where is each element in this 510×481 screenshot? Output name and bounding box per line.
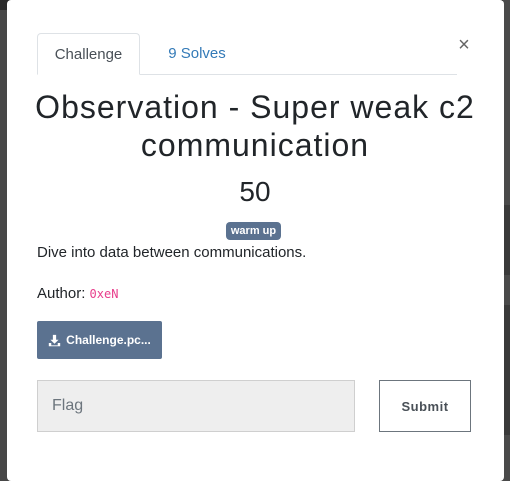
close-icon[interactable]: × [456,33,472,57]
challenge-title: Observation - Super weak c2 communicatio… [35,89,475,163]
backdrop-mark [503,305,510,435]
challenge-description: Dive into data between communications. [37,244,307,261]
challenge-author: Author: 0xeN [37,284,477,304]
challenge-points: 50 [239,176,271,207]
submit-button[interactable]: Submit [379,380,471,432]
tab-challenge[interactable]: Challenge [37,33,140,75]
backdrop-right-edge [503,0,510,481]
author-name: 0xeN [89,287,119,301]
category-tag: warm up [226,222,281,240]
author-label: Author: [37,285,90,302]
challenge-tabs: Challenge 9 Solves [37,33,457,75]
backdrop-mark [503,205,510,275]
download-file-button[interactable]: Challenge.pc... [37,321,162,359]
download-icon [48,334,61,346]
challenge-modal: × Challenge 9 Solves Observation - Super… [7,0,504,481]
download-file-label: Challenge.pc... [66,333,151,347]
tab-solves[interactable]: 9 Solves [147,33,247,75]
flag-input[interactable] [37,380,355,432]
